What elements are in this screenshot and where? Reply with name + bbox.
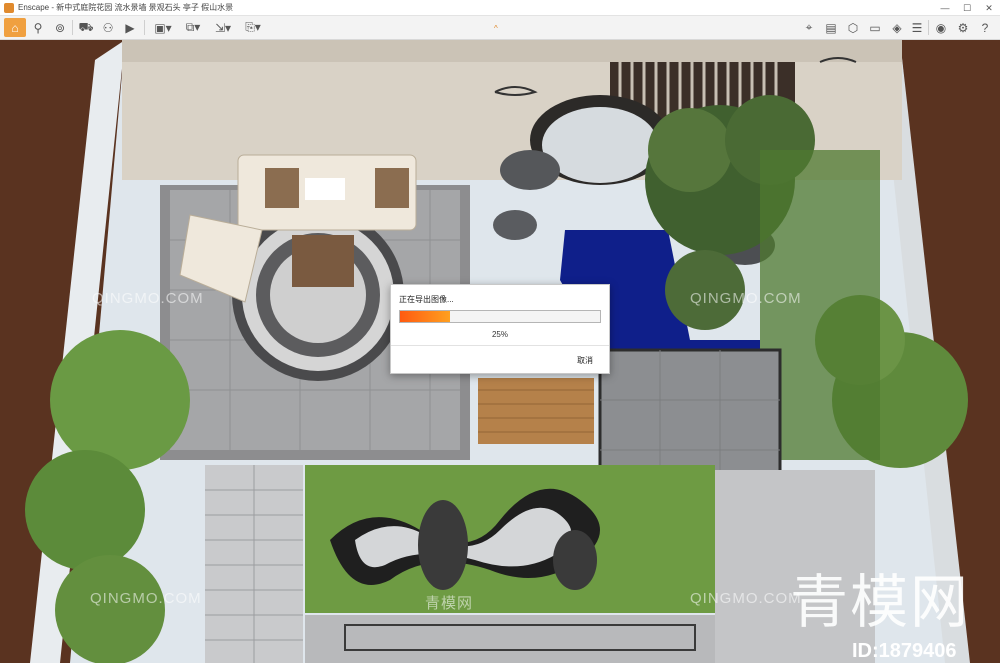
progress-percent: 25% — [491, 330, 508, 339]
display-icon[interactable]: ▤ — [822, 18, 840, 37]
binoculars-icon[interactable]: ⊚ — [50, 18, 70, 37]
enscape-logo-icon — [4, 2, 14, 13]
eye-icon[interactable]: ◉ — [932, 18, 950, 37]
map-icon[interactable]: ⌖ — [800, 18, 818, 37]
enscape-toolbar: ⌂ ⚲ ⊚ ⛟ ⚇ ▶ ▣▾ ⧉▾ ⇲▾ ⎘▾ ^ ⌖ ▤ ⬡ ▭ ◈ ☰ ◉ … — [0, 16, 1000, 40]
export-icon[interactable]: ⇲▾ — [210, 18, 236, 37]
panorama-icon[interactable]: ⎘▾ — [240, 18, 266, 37]
dialog-title: 正在导出图像... — [399, 295, 454, 304]
screenshot-icon[interactable]: ⧉▾ — [180, 18, 206, 37]
home-icon[interactable]: ⌂ — [4, 18, 26, 37]
person-icon[interactable]: ⚇ — [98, 18, 118, 37]
window-controls: — ☐ ✕ — [934, 0, 1000, 16]
maximize-button[interactable]: ☐ — [956, 0, 978, 16]
export-progress-dialog: 正在导出图像... 25% 取消 — [390, 284, 610, 374]
watermark-text: QINGMO.COM — [92, 290, 204, 307]
model-id-label: ID:1879406 — [852, 640, 957, 662]
palette-icon[interactable]: ◈ — [888, 18, 906, 37]
toolbar-separator — [144, 20, 145, 35]
layers-icon[interactable]: ☰ — [908, 18, 926, 37]
close-button[interactable]: ✕ — [978, 0, 1000, 16]
box-icon[interactable]: ▣▾ — [150, 18, 176, 37]
cube-icon[interactable]: ⬡ — [844, 18, 862, 37]
gear-icon[interactable]: ⚙ — [954, 18, 972, 37]
watermark-text-cn: 青模网 — [425, 595, 474, 612]
window-title: Enscape - 新中式庭院花园 流水景墙 景观石头 亭子 假山水景 — [18, 3, 234, 12]
watermark-text: QINGMO.COM — [90, 590, 202, 607]
progress-fill — [400, 311, 450, 322]
title-bar: Enscape - 新中式庭院花园 流水景墙 景观石头 亭子 假山水景 — ☐ … — [0, 0, 1000, 16]
cancel-button[interactable]: 取消 — [577, 355, 593, 366]
progress-bar — [399, 310, 601, 323]
brand-watermark: 青模网 — [790, 568, 971, 636]
help-icon[interactable]: ? — [976, 18, 994, 37]
video-icon[interactable]: ▶ — [120, 18, 140, 37]
toolbar-separator — [928, 20, 929, 35]
walk-icon[interactable]: ⚲ — [28, 18, 48, 37]
dialog-divider — [391, 345, 609, 346]
collapse-caret-icon[interactable]: ^ — [494, 24, 498, 33]
minimize-button[interactable]: — — [934, 0, 956, 16]
monitor-icon[interactable]: ▭ — [866, 18, 884, 37]
watermark-text: QINGMO.COM — [690, 290, 802, 307]
watermark-text: QINGMO.COM — [690, 590, 802, 607]
toolbar-separator — [72, 20, 73, 35]
car-icon[interactable]: ⛟ — [76, 18, 96, 37]
